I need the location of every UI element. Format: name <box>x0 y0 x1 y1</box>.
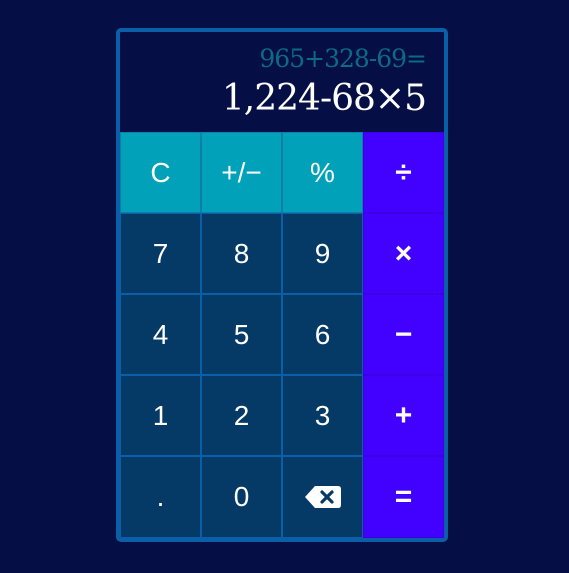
subtract-button[interactable]: − <box>363 294 444 375</box>
digit-9-button[interactable]: 9 <box>282 213 363 294</box>
clear-button[interactable]: C <box>120 132 201 213</box>
digit-2-button[interactable]: 2 <box>201 375 282 456</box>
digit-6-button[interactable]: 6 <box>282 294 363 375</box>
digit-1-button[interactable]: 1 <box>120 375 201 456</box>
equals-button[interactable]: = <box>363 456 444 538</box>
backspace-icon <box>304 486 341 508</box>
digit-4-button[interactable]: 4 <box>120 294 201 375</box>
digit-8-button[interactable]: 8 <box>201 213 282 294</box>
result-text: 1,224-68×5 <box>221 78 427 119</box>
display: 965+328-69= 1,224-68×5 <box>120 32 444 132</box>
keypad: C +/− % ÷ 7 8 9 × 4 5 6 − 1 2 3 + . 0 = <box>120 132 444 538</box>
expression-text: 965+328-69= <box>259 44 427 73</box>
percent-button[interactable]: % <box>282 132 363 213</box>
digit-7-button[interactable]: 7 <box>120 213 201 294</box>
add-button[interactable]: + <box>363 375 444 456</box>
multiply-button[interactable]: × <box>363 213 444 294</box>
sign-toggle-button[interactable]: +/− <box>201 132 282 213</box>
calculator: 965+328-69= 1,224-68×5 C +/− % ÷ 7 8 9 ×… <box>116 28 448 542</box>
digit-3-button[interactable]: 3 <box>282 375 363 456</box>
decimal-button[interactable]: . <box>120 456 201 538</box>
divide-button[interactable]: ÷ <box>363 132 444 213</box>
digit-5-button[interactable]: 5 <box>201 294 282 375</box>
backspace-button[interactable] <box>282 456 363 538</box>
digit-0-button[interactable]: 0 <box>201 456 282 538</box>
